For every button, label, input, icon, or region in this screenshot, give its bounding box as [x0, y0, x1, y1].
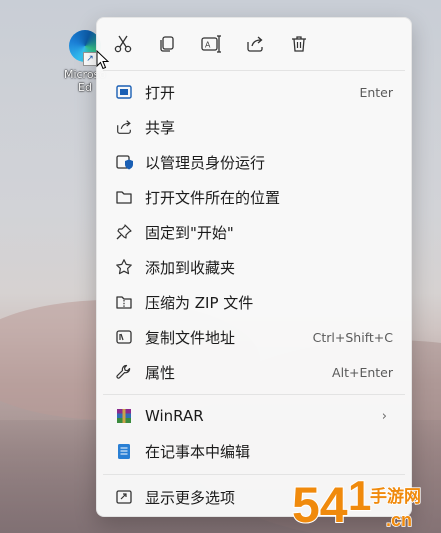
copy-icon [160, 36, 174, 52]
menu-item-edit-in-notepad[interactable]: 在记事本中编辑 [103, 434, 405, 468]
menu-item-label: 共享 [145, 118, 176, 137]
delete-button[interactable] [287, 32, 311, 56]
svg-text:.cn: .cn [386, 510, 412, 530]
mouse-cursor-icon [96, 50, 110, 70]
svg-text:A: A [205, 41, 211, 50]
menu-item-label: 以管理员身份运行 [145, 153, 266, 172]
menu-item-open-file-location[interactable]: 打开文件所在的位置 [103, 180, 405, 214]
menu-item-compress-zip[interactable]: 压缩为 ZIP 文件 [103, 285, 405, 319]
folder-icon [115, 188, 133, 206]
menu-item-label: 复制文件地址 [145, 328, 236, 347]
cut-button[interactable] [111, 32, 135, 56]
site-watermark-logo: 54 1 手游网 .cn [291, 471, 422, 533]
context-menu-toolbar: A [97, 18, 411, 70]
menu-item-label: WinRAR [145, 407, 204, 425]
menu-item-pin-to-start[interactable]: 固定到"开始" [103, 215, 405, 249]
svg-text:1: 1 [348, 472, 371, 519]
shortcut-arrow-icon: ↗ [83, 52, 97, 66]
delete-icon [292, 36, 306, 52]
share-icon [115, 118, 133, 136]
menu-item-label: 固定到"开始" [145, 223, 234, 242]
share-button[interactable] [243, 32, 267, 56]
menu-item-share[interactable]: 共享 [103, 110, 405, 144]
menu-item-label: 在记事本中编辑 [145, 442, 251, 461]
wrench-icon [115, 363, 133, 381]
menu-item-label: 压缩为 ZIP 文件 [145, 293, 254, 312]
menu-item-label: 打开文件所在的位置 [145, 188, 281, 207]
svg-text:54: 54 [292, 477, 348, 533]
menu-item-properties[interactable]: 属性 Alt+Enter [103, 355, 405, 389]
menu-item-shortcut: Enter [359, 84, 393, 100]
rename-button[interactable]: A [199, 32, 223, 56]
zip-icon [115, 293, 133, 311]
open-icon [115, 83, 133, 101]
star-icon [115, 258, 133, 276]
menu-item-shortcut: Alt+Enter [332, 364, 393, 380]
menu-item-label: 属性 [145, 363, 176, 382]
notepad-icon [115, 442, 133, 460]
menu-item-label: 显示更多选项 [145, 488, 236, 507]
menu-item-run-as-admin[interactable]: 以管理员身份运行 [103, 145, 405, 179]
menu-divider [103, 70, 405, 71]
winrar-icon [115, 407, 133, 425]
rename-icon: A [201, 35, 221, 53]
menu-item-open[interactable]: 打开 Enter [103, 75, 405, 109]
share-icon [247, 36, 263, 52]
desktop: ↗ Microso Ed A 打开 Enter 共享 以管理员身份运行 打开文件… [0, 0, 441, 533]
svg-text:手游网: 手游网 [370, 486, 421, 507]
context-menu: A 打开 Enter 共享 以管理员身份运行 打开文件所在的位置 固定到"开始"… [96, 17, 412, 517]
menu-item-copy-path[interactable]: 复制文件地址 Ctrl+Shift+C [103, 320, 405, 354]
menu-item-label: 打开 [145, 83, 176, 102]
cut-icon [114, 35, 132, 53]
menu-item-shortcut: Ctrl+Shift+C [312, 329, 393, 345]
menu-item-label: 添加到收藏夹 [145, 258, 236, 277]
chevron-right-icon: › [381, 408, 387, 424]
menu-divider [103, 394, 405, 395]
menu-item-winrar[interactable]: WinRAR › [103, 399, 405, 433]
copy-button[interactable] [155, 32, 179, 56]
menu-item-add-to-favorites[interactable]: 添加到收藏夹 [103, 250, 405, 284]
pin-icon [115, 223, 133, 241]
more-options-icon [115, 488, 133, 506]
copy-path-icon [115, 328, 133, 346]
run-as-admin-icon [115, 153, 133, 171]
